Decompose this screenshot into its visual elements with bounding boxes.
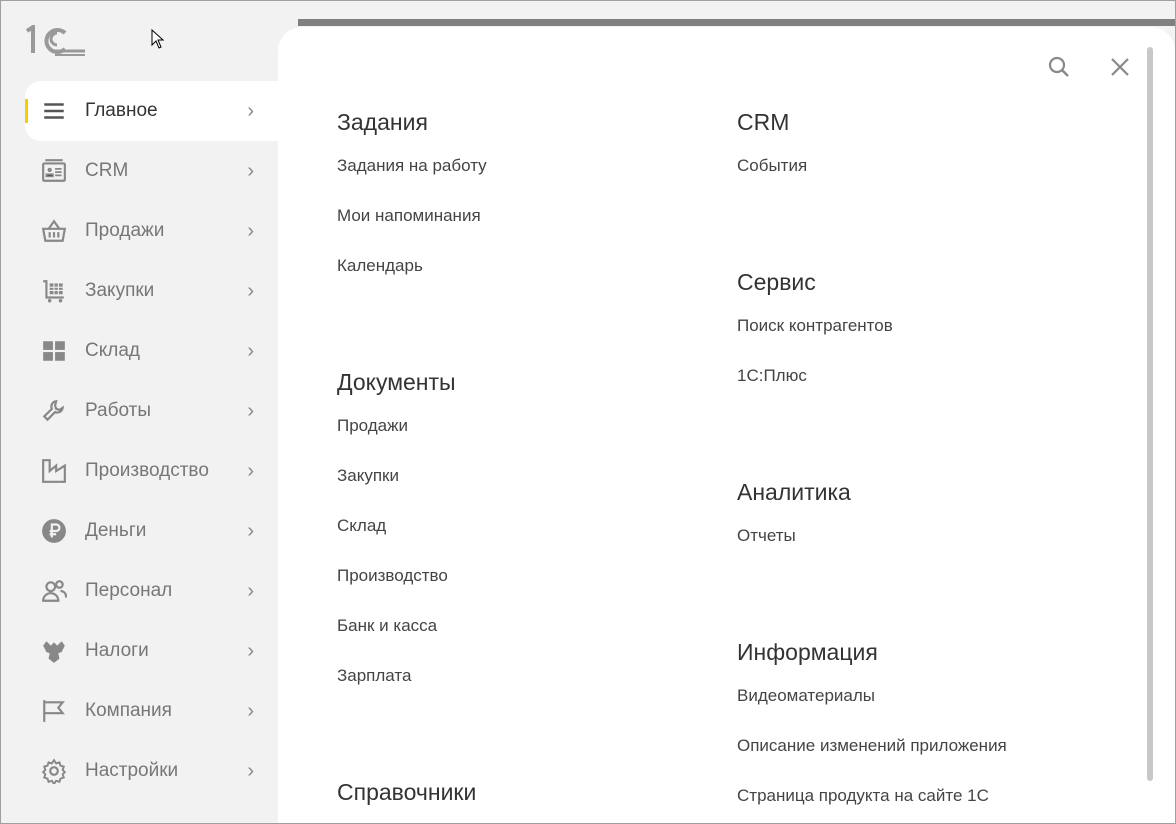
- sidebar-item-1[interactable]: CRM ›: [25, 141, 278, 201]
- chevron-right-icon: ›: [247, 339, 254, 362]
- people-icon: [41, 578, 67, 604]
- sidebar-item-label: Деньги: [85, 520, 147, 541]
- menu-link[interactable]: События: [737, 156, 807, 176]
- chevron-right-icon: ›: [247, 519, 254, 542]
- menu-section: Сервис Поиск контрагентов 1С:Плюс: [737, 267, 893, 386]
- sidebar-item-10[interactable]: Компания ›: [25, 681, 278, 741]
- sidebar-item-label: CRM: [85, 160, 129, 181]
- cart-icon: [41, 278, 67, 304]
- mouse-cursor-icon: [151, 29, 165, 49]
- sidebar-nav: Главное › CRM › Продажи › Закупки › Склад › Работы…: [25, 81, 278, 801]
- menu-section: Задания Задания на работу Мои напоминания К…: [337, 107, 487, 276]
- sidebar-item-2[interactable]: Продажи ›: [25, 201, 278, 261]
- sidebar-item-7[interactable]: Деньги ›: [25, 501, 278, 561]
- menu-link[interactable]: Календарь: [337, 256, 487, 276]
- chevron-right-icon: ›: [247, 279, 254, 302]
- menu-section: CRM События: [737, 107, 807, 176]
- chevron-right-icon: ›: [247, 159, 254, 182]
- sidebar-item-label: Работы: [85, 400, 151, 421]
- menu-link[interactable]: 1С:Плюс: [737, 366, 893, 386]
- menu-link[interactable]: Описание изменений приложения: [737, 736, 1007, 756]
- menu-link[interactable]: Закупки: [337, 466, 456, 486]
- section-title: CRM: [737, 109, 790, 135]
- menu-section: Аналитика Отчеты: [737, 477, 851, 546]
- menu-section: Документы Продажи Закупки Склад Производство…: [337, 367, 456, 686]
- scrollbar[interactable]: [1147, 47, 1153, 781]
- menu-link[interactable]: Задания на работу: [337, 156, 487, 176]
- main-menu-panel: Задания Задания на работу Мои напоминания К…: [278, 27, 1175, 823]
- section-title: Документы: [337, 369, 456, 395]
- menu-section: Справочники: [337, 777, 476, 807]
- chevron-right-icon: ›: [247, 99, 254, 122]
- section-title: Задания: [337, 109, 428, 135]
- wrench-icon: [41, 398, 67, 424]
- chevron-right-icon: ›: [247, 759, 254, 782]
- warehouse-icon: [41, 338, 67, 364]
- menu-link[interactable]: Банк и касса: [337, 616, 456, 636]
- flag-icon: [41, 698, 67, 724]
- chevron-right-icon: ›: [247, 459, 254, 482]
- search-icon[interactable]: [1047, 55, 1071, 79]
- menu-link[interactable]: Склад: [337, 516, 456, 536]
- sidebar-item-0[interactable]: Главное ›: [25, 81, 278, 141]
- section-title: Информация: [737, 639, 878, 665]
- menu-link[interactable]: Отчеты: [737, 526, 851, 546]
- sidebar-item-label: Продажи: [85, 220, 165, 241]
- eagle-icon: [41, 638, 67, 664]
- sidebar-item-label: Производство: [85, 460, 209, 481]
- menu-section: Информация Видеоматериалы Описание изменен…: [737, 637, 1007, 806]
- sidebar-item-11[interactable]: Настройки ›: [25, 741, 278, 801]
- sidebar-item-4[interactable]: Склад ›: [25, 321, 278, 381]
- menu-link[interactable]: Производство: [337, 566, 456, 586]
- section-title: Аналитика: [737, 479, 851, 505]
- menu-link[interactable]: Видеоматериалы: [737, 686, 1007, 706]
- sidebar-item-label: Настройки: [85, 760, 179, 781]
- sidebar-item-label: Закупки: [85, 280, 155, 301]
- chevron-right-icon: ›: [247, 699, 254, 722]
- menu-icon: [41, 98, 67, 124]
- factory-icon: [41, 458, 67, 484]
- top-bar: [298, 19, 1175, 26]
- section-title: Справочники: [337, 779, 477, 805]
- section-title: Сервис: [737, 269, 816, 295]
- sidebar-item-label: Склад: [85, 340, 140, 361]
- ruble-icon: [41, 518, 67, 544]
- sidebar-item-5[interactable]: Работы ›: [25, 381, 278, 441]
- contact-card-icon: [41, 158, 67, 184]
- sidebar-item-3[interactable]: Закупки ›: [25, 261, 278, 321]
- menu-link[interactable]: Страница продукта на сайте 1С: [737, 786, 1007, 806]
- chevron-right-icon: ›: [247, 399, 254, 422]
- chevron-right-icon: ›: [247, 639, 254, 662]
- sidebar-item-6[interactable]: Производство ›: [25, 441, 278, 501]
- basket-icon: [41, 218, 67, 244]
- menu-link[interactable]: Мои напоминания: [337, 206, 487, 226]
- close-icon[interactable]: [1108, 55, 1132, 79]
- chevron-right-icon: ›: [247, 579, 254, 602]
- sidebar-item-label: Налоги: [85, 640, 149, 661]
- sidebar-item-8[interactable]: Персонал ›: [25, 561, 278, 621]
- menu-link[interactable]: Зарплата: [337, 666, 456, 686]
- menu-link[interactable]: Поиск контрагентов: [737, 316, 893, 336]
- 1c-logo: [25, 25, 85, 56]
- sidebar-item-9[interactable]: Налоги ›: [25, 621, 278, 681]
- sidebar-item-label: Компания: [85, 700, 172, 721]
- chevron-right-icon: ›: [247, 219, 254, 242]
- sidebar-item-label: Главное: [85, 100, 158, 121]
- gear-icon: [41, 758, 67, 784]
- menu-link[interactable]: Продажи: [337, 416, 456, 436]
- sidebar-item-label: Персонал: [85, 580, 173, 601]
